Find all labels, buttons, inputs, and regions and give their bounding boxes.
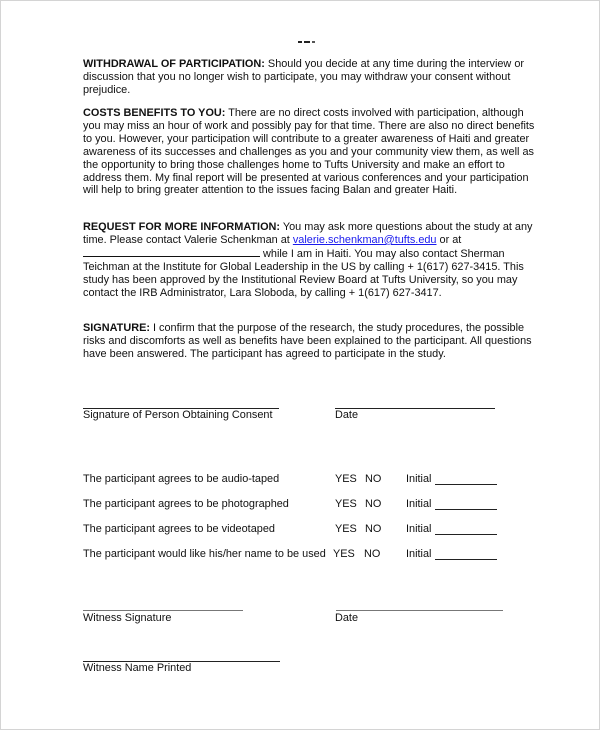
agreement-statement: The participant agrees to be audio-taped: [83, 473, 280, 485]
witness-signature-label: Witness Signature: [83, 612, 172, 624]
no-option[interactable]: NO: [365, 498, 381, 511]
witness-name-label: Witness Name Printed: [83, 662, 192, 674]
request-info-text-2: or at: [436, 233, 462, 246]
yes-option[interactable]: YES: [335, 498, 357, 511]
yes-option[interactable]: YES: [333, 548, 355, 561]
witness-date-line[interactable]: [336, 610, 503, 611]
costs-text: There are no direct costs involved with …: [83, 107, 535, 197]
signature-paragraph: SIGNATURE: I confirm that the purpose of…: [83, 322, 543, 361]
initial-label: Initial: [406, 548, 432, 560]
yes-option[interactable]: YES: [335, 473, 357, 486]
initial-line[interactable]: [435, 534, 497, 535]
phone-blank-line: [83, 247, 260, 257]
signature-text: I confirm that the purpose of the resear…: [83, 322, 532, 360]
no-option[interactable]: NO: [365, 473, 381, 486]
consent-date-label: Date: [335, 409, 359, 421]
initial-line[interactable]: [435, 509, 497, 510]
yes-option[interactable]: YES: [335, 523, 357, 536]
clipped-header-fragment: [298, 41, 315, 43]
no-option[interactable]: NO: [364, 548, 380, 561]
initial-label: Initial: [406, 473, 432, 485]
no-option[interactable]: NO: [365, 523, 381, 536]
withdrawal-paragraph: WITHDRAWAL OF PARTICIPATION: Should you …: [83, 58, 543, 97]
document-page: WITHDRAWAL OF PARTICIPATION: Should you …: [0, 0, 600, 730]
witness-date-label: Date: [335, 612, 359, 624]
agreement-statement: The participant agrees to be videotaped: [83, 523, 275, 535]
witness-signature-line[interactable]: [83, 610, 243, 611]
withdrawal-heading: WITHDRAWAL OF PARTICIPATION:: [83, 58, 265, 70]
consent-date-line[interactable]: [335, 408, 495, 409]
agreement-statement: The participant would like his/her name …: [83, 548, 326, 560]
agreement-statement: The participant agrees to be photographe…: [83, 498, 289, 510]
initial-line[interactable]: [435, 559, 497, 560]
request-info-paragraph: REQUEST FOR MORE INFORMATION: You may as…: [83, 221, 543, 299]
signature-heading: SIGNATURE:: [83, 322, 150, 334]
email-link[interactable]: valerie.schenkman@tufts.edu: [293, 234, 437, 246]
costs-heading: COSTS BENEFITS TO YOU:: [83, 107, 226, 119]
consent-signature-label: Signature of Person Obtaining Consent: [83, 409, 273, 421]
costs-paragraph: COSTS BENEFITS TO YOU: There are no dire…: [83, 107, 543, 197]
initial-line[interactable]: [435, 484, 497, 485]
request-info-heading: REQUEST FOR MORE INFORMATION:: [83, 221, 281, 233]
initial-label: Initial: [406, 498, 432, 510]
initial-label: Initial: [406, 523, 432, 535]
